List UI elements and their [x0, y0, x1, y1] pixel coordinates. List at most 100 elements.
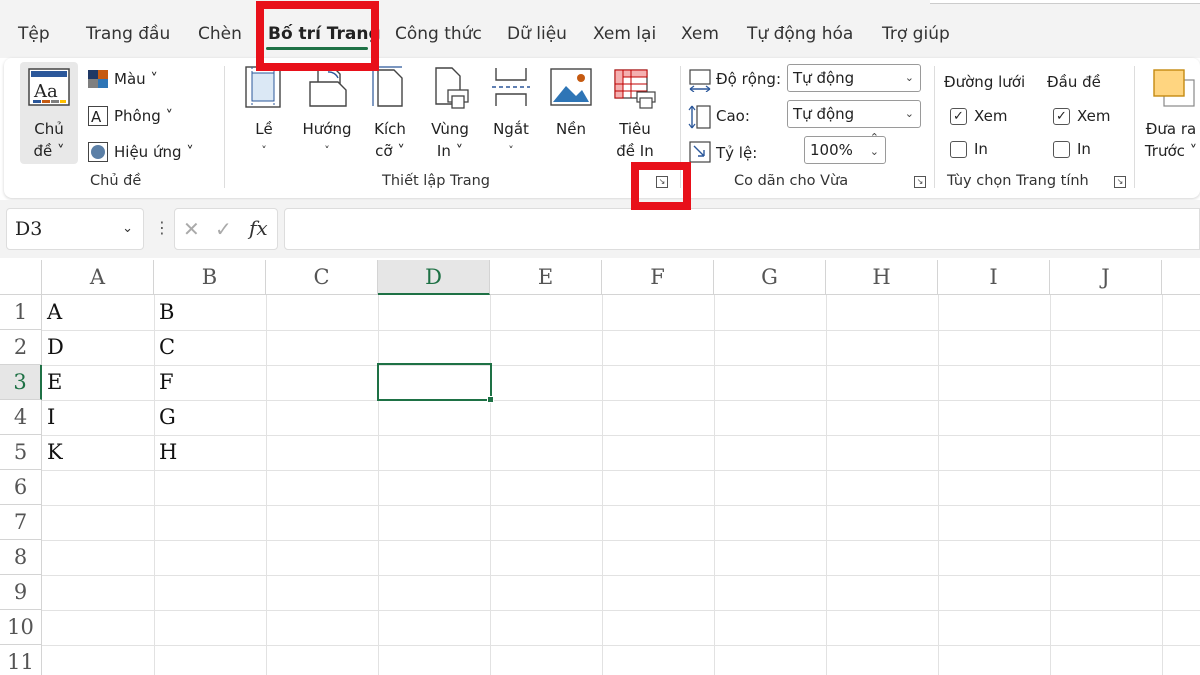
svg-text:Aa: Aa [33, 81, 58, 102]
scale-dialog-launcher-icon[interactable]: ↘ [914, 176, 926, 188]
gridlines-print-label: In [974, 140, 988, 158]
themes-label: Chủ đề ˅ [33, 120, 65, 160]
tab-help[interactable]: Trợ giúp [882, 24, 950, 44]
tab-data[interactable]: Dữ liệu [507, 24, 567, 44]
cell-b3[interactable]: F [159, 365, 174, 400]
colors-button[interactable]: Màu ˅ [114, 70, 158, 88]
column-header-b[interactable]: B [154, 260, 266, 295]
ribbon: Aa Chủ đề ˅ Màu ˅ A Phông ˅ Hiệu ứng ˅ C… [4, 58, 1200, 198]
row-header-7[interactable]: 7 [0, 505, 42, 540]
gridline [1050, 295, 1051, 675]
cell-a2[interactable]: D [47, 330, 64, 365]
cell-b1[interactable]: B [159, 295, 174, 330]
print-titles-button[interactable]: Tiêu đề In [606, 64, 664, 164]
margins-label: Lề ˅ [255, 120, 273, 157]
column-header-c[interactable]: C [266, 260, 378, 295]
cell-b4[interactable]: G [159, 400, 176, 435]
print-area-label: Vùng In ˅ [431, 120, 469, 160]
column-header-d[interactable]: D [378, 260, 490, 295]
sheet-options-dialog-launcher-icon[interactable]: ↘ [1114, 176, 1126, 188]
width-dropdown[interactable]: Tự động ⌄ [787, 64, 921, 92]
gridline [1162, 295, 1163, 675]
select-all-corner[interactable] [0, 260, 42, 295]
colors-icon [88, 70, 108, 88]
cell-b2[interactable]: C [159, 330, 175, 365]
active-cell-d3[interactable] [377, 363, 492, 401]
row-header-6[interactable]: 6 [0, 470, 42, 505]
row-header-9[interactable]: 9 [0, 575, 42, 610]
row-header-5[interactable]: 5 [0, 435, 42, 470]
background-button[interactable]: Nền [546, 64, 596, 164]
gridline [42, 540, 1200, 541]
row-header-10[interactable]: 10 [0, 610, 42, 645]
row-header-3[interactable]: 3 [0, 365, 42, 400]
column-header-g[interactable]: G [714, 260, 826, 295]
gridlines-view-checkbox[interactable]: ✓ [950, 108, 967, 125]
insert-function-button[interactable]: fx [249, 216, 268, 240]
orientation-label: Hướng ˅ [302, 120, 352, 157]
size-button[interactable]: Kích cỡ ˅ [364, 64, 416, 164]
print-area-button[interactable]: Vùng In ˅ [422, 64, 478, 164]
effects-button[interactable]: Hiệu ứng ˅ [114, 143, 194, 161]
row-header-11[interactable]: 11 [0, 645, 42, 675]
row-header-8[interactable]: 8 [0, 540, 42, 575]
name-box[interactable]: D3 ⌄ [6, 208, 144, 250]
orientation-button[interactable]: Hướng ˅ [296, 64, 358, 164]
themes-group-label: Chủ đề [90, 173, 142, 189]
column-header-k[interactable] [1162, 260, 1200, 295]
more-options-icon[interactable]: ⋮ [154, 218, 170, 237]
cancel-icon[interactable]: ✕ [183, 217, 200, 241]
cell-a1[interactable]: A [47, 295, 62, 330]
tab-insert[interactable]: Chèn [198, 24, 242, 44]
bring-forward-button[interactable]: Đưa ra Trước ˅ [1142, 64, 1200, 164]
column-header-i[interactable]: I [938, 260, 1050, 295]
cell-a5[interactable]: K [47, 435, 63, 470]
enter-icon[interactable]: ✓ [215, 217, 232, 241]
chevron-down-icon[interactable]: ⌄ [122, 209, 133, 249]
cell-a4[interactable]: I [47, 400, 55, 435]
tab-review[interactable]: Xem lại [593, 24, 656, 44]
column-header-j[interactable]: J [1050, 260, 1162, 295]
chevron-down-icon: ⌄ [904, 71, 914, 84]
tab-home[interactable]: Trang đầu [86, 24, 170, 44]
row-header-2[interactable]: 2 [0, 330, 42, 365]
gridlines-label: Đường lưới [944, 73, 1026, 91]
scale-spinner[interactable]: 100% ⌃ ⌄ [804, 131, 886, 164]
spinner-arrows-icon[interactable]: ⌃ ⌄ [870, 131, 879, 159]
headings-label: Đầu đề [1047, 73, 1101, 91]
fill-handle[interactable] [487, 396, 494, 403]
gridline [490, 295, 491, 675]
headings-print-checkbox[interactable] [1053, 141, 1070, 158]
headings-view-label: Xem [1077, 107, 1111, 125]
column-header-h[interactable]: H [826, 260, 938, 295]
fonts-button[interactable]: Phông ˅ [114, 107, 173, 125]
height-dropdown[interactable]: Tự động ⌄ [787, 100, 921, 128]
svg-text:A: A [91, 108, 102, 126]
gridlines-print-checkbox[interactable] [950, 141, 967, 158]
breaks-button[interactable]: Ngắt ˅ [486, 64, 536, 164]
cell-b5[interactable]: H [159, 435, 177, 470]
cell-a3[interactable]: E [47, 365, 62, 400]
tab-view[interactable]: Xem [681, 24, 719, 44]
height-label: Cao: [716, 107, 750, 125]
column-header-a[interactable]: A [42, 260, 154, 295]
background-icon [550, 68, 592, 106]
bring-forward-label: Đưa ra Trước ˅ [1144, 120, 1198, 160]
row-header-1[interactable]: 1 [0, 295, 42, 330]
tab-file[interactable]: Tệp [18, 24, 50, 44]
gridline [42, 330, 1200, 331]
scale-label: Tỷ lệ: [716, 144, 758, 162]
row-header-4[interactable]: 4 [0, 400, 42, 435]
margins-button[interactable]: Lề ˅ [240, 64, 288, 164]
column-header-e[interactable]: E [490, 260, 602, 295]
tab-automate[interactable]: Tự động hóa [747, 24, 853, 44]
gridlines-view-label: Xem [974, 107, 1008, 125]
breaks-icon [492, 68, 530, 106]
themes-button[interactable]: Aa Chủ đề ˅ [20, 62, 78, 164]
headings-view-checkbox[interactable]: ✓ [1053, 108, 1070, 125]
formula-input[interactable] [284, 208, 1200, 250]
column-header-f[interactable]: F [602, 260, 714, 295]
headings-print-label: In [1077, 140, 1091, 158]
effects-icon [88, 142, 108, 162]
tab-formulas[interactable]: Công thức [395, 24, 482, 44]
